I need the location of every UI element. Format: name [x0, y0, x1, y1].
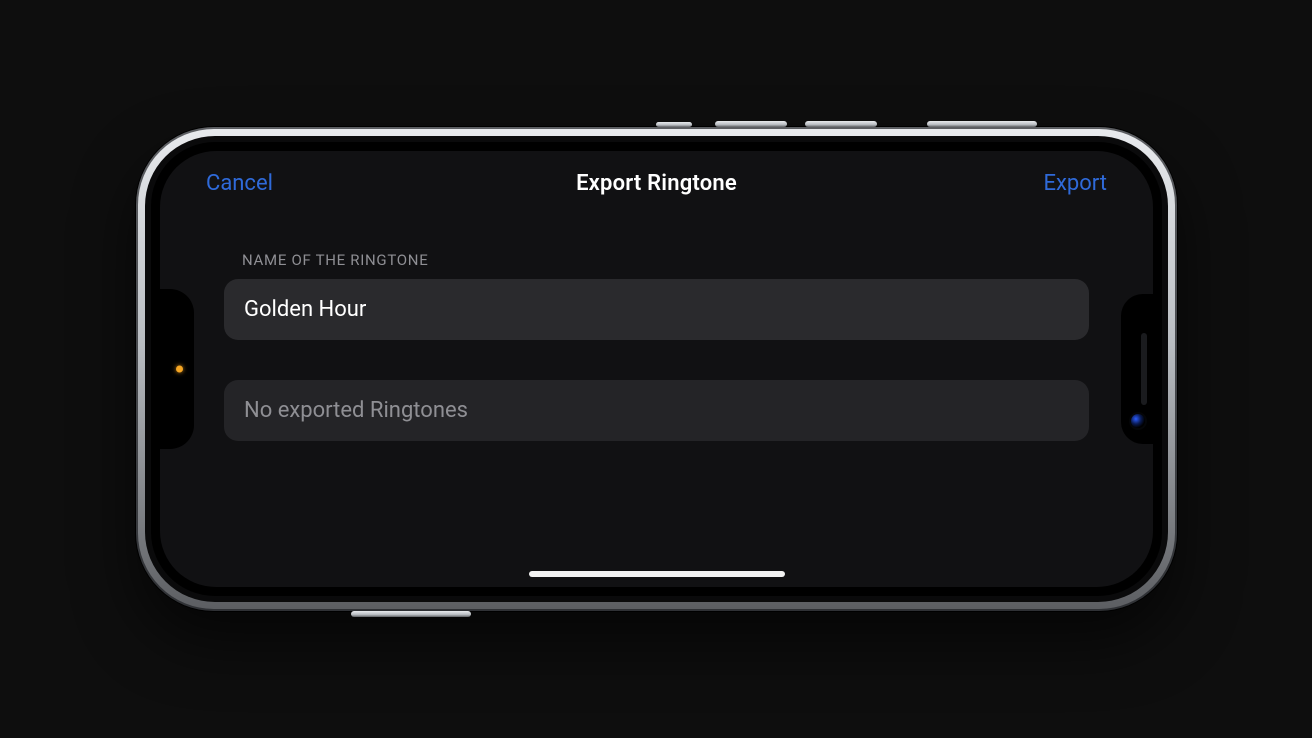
- volume-up-button: [805, 121, 877, 127]
- export-button[interactable]: Export: [1043, 151, 1107, 215]
- name-section-header: NAME OF THE RINGTONE: [242, 251, 1089, 269]
- front-camera-icon: [1131, 414, 1145, 428]
- content-area: NAME OF THE RINGTONE No exported Rington…: [160, 215, 1153, 441]
- sensor-housing-right: [1121, 294, 1153, 444]
- bottom-side-button: [351, 611, 471, 617]
- screen-bezel: Cancel Export Ringtone Export NAME OF TH…: [151, 142, 1162, 596]
- mute-switch: [656, 122, 692, 127]
- ringtone-name-input[interactable]: [244, 297, 1069, 322]
- ringtone-name-cell[interactable]: [224, 279, 1089, 340]
- earpiece-grill-icon: [1141, 333, 1147, 405]
- volume-down-button: [715, 121, 787, 127]
- page-title: Export Ringtone: [576, 171, 737, 196]
- exported-ringtones-empty-state: No exported Ringtones: [224, 380, 1089, 441]
- iphone-device-frame: Cancel Export Ringtone Export NAME OF TH…: [136, 127, 1177, 611]
- navigation-bar: Cancel Export Ringtone Export: [160, 151, 1153, 215]
- side-power-button: [927, 121, 1037, 127]
- cancel-button[interactable]: Cancel: [206, 151, 273, 215]
- recording-indicator-icon: [176, 366, 183, 373]
- sensor-housing-left: [160, 289, 194, 449]
- home-indicator[interactable]: [529, 571, 785, 577]
- screen: Cancel Export Ringtone Export NAME OF TH…: [160, 151, 1153, 587]
